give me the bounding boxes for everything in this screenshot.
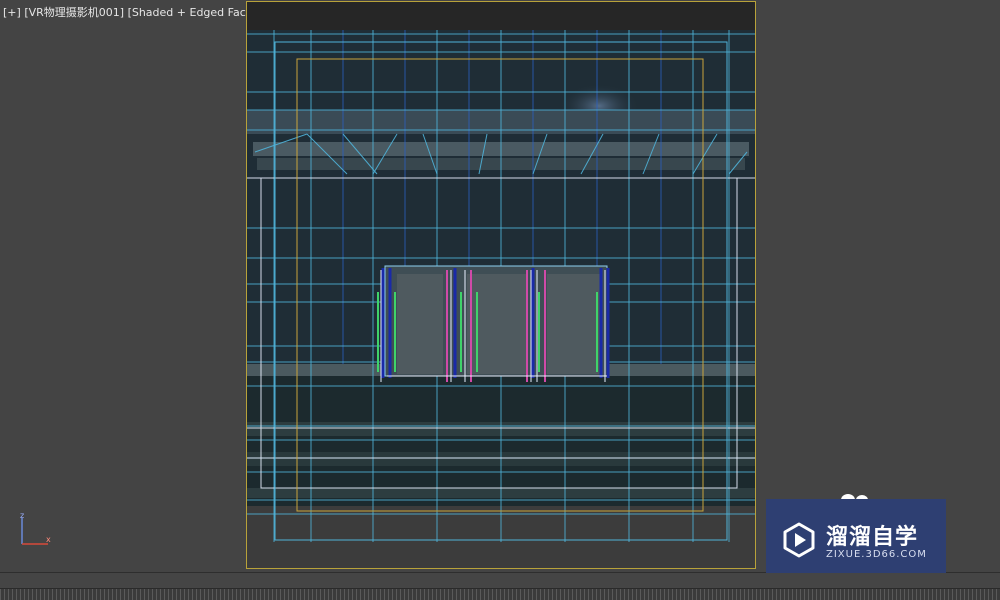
scene-render bbox=[247, 2, 755, 568]
door-panel-3 bbox=[547, 274, 601, 374]
status-strip bbox=[0, 573, 1000, 588]
camera-safe-frame bbox=[246, 1, 756, 569]
viewport-shading-label[interactable]: [Shaded + Edged Faces] bbox=[128, 6, 263, 19]
viewport-camera-label[interactable]: [VR物理摄影机001] bbox=[24, 6, 124, 19]
viewport-menu-plus[interactable]: [+] bbox=[3, 6, 21, 19]
play-icon bbox=[783, 522, 815, 558]
door-panel-1 bbox=[397, 274, 443, 374]
watermark-title: 溜溜自学 bbox=[826, 525, 919, 550]
axis-z-label: z bbox=[20, 512, 24, 520]
watermark-subtitle: ZIXUE.3D66.COM bbox=[826, 549, 927, 560]
viewport-label: [+] [VR物理摄影机001] [Shaded + Edged Faces] bbox=[3, 4, 263, 20]
timeline-track[interactable] bbox=[0, 588, 1000, 600]
viewport[interactable]: [+] [VR物理摄影机001] [Shaded + Edged Faces] bbox=[0, 0, 1000, 585]
axis-x-label: x bbox=[46, 535, 51, 544]
axis-tripod-icon: z x bbox=[20, 512, 51, 545]
top-band bbox=[247, 2, 755, 30]
